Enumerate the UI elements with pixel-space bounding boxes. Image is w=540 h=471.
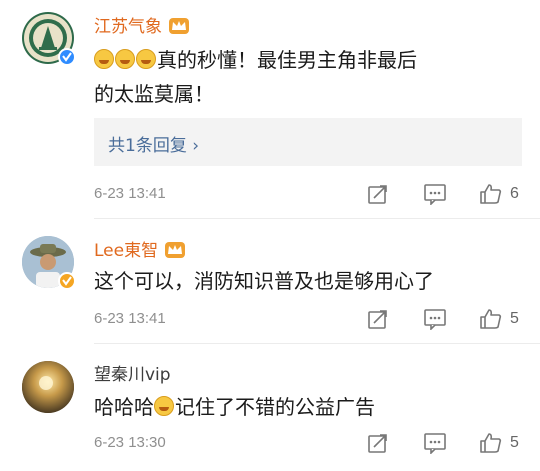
avatar[interactable] <box>22 236 76 290</box>
reply-summary[interactable]: 共1条回复 › <box>94 118 522 166</box>
comment-icon[interactable] <box>423 183 447 205</box>
repost-icon[interactable] <box>367 308 389 330</box>
like-count: 5 <box>510 310 519 327</box>
timestamp: 6-23 13:41 <box>94 185 166 202</box>
comment-icon[interactable] <box>423 432 447 454</box>
like-icon[interactable] <box>479 182 503 206</box>
username[interactable]: 望秦川vip <box>94 360 171 385</box>
repost-icon[interactable] <box>367 432 389 454</box>
divider <box>94 218 540 219</box>
timestamp: 6-23 13:41 <box>94 310 166 327</box>
laugh-cry-emoji <box>94 49 114 69</box>
laugh-cry-emoji <box>115 49 135 69</box>
comment-text: 哈哈哈 记住了不错的公益广告 <box>94 395 375 419</box>
verified-badge-icon <box>58 48 76 66</box>
avatar[interactable] <box>22 361 74 413</box>
verified-badge-icon <box>58 272 76 290</box>
divider <box>94 343 540 344</box>
crown-icon <box>169 18 189 34</box>
comment-text: 这个可以，消防知识普及也是够用心了 <box>94 269 434 293</box>
comment-text: 真的秒懂！最佳男主角非最后 的太监莫属！ <box>94 48 417 106</box>
comment-icon[interactable] <box>423 308 447 330</box>
grin-emoji <box>154 396 174 416</box>
repost-icon[interactable] <box>367 183 389 205</box>
like-count: 5 <box>510 434 519 451</box>
timestamp: 6-23 13:30 <box>94 434 166 451</box>
username[interactable]: 江苏气象 <box>94 12 190 37</box>
like-count: 6 <box>510 185 519 202</box>
like-icon[interactable] <box>479 431 503 455</box>
like-icon[interactable] <box>479 307 503 331</box>
avatar[interactable] <box>22 12 76 66</box>
crown-icon <box>165 242 186 258</box>
username[interactable]: Lee東智 <box>94 236 186 261</box>
avatar-photo <box>22 361 74 413</box>
laugh-cry-emoji <box>136 49 156 69</box>
